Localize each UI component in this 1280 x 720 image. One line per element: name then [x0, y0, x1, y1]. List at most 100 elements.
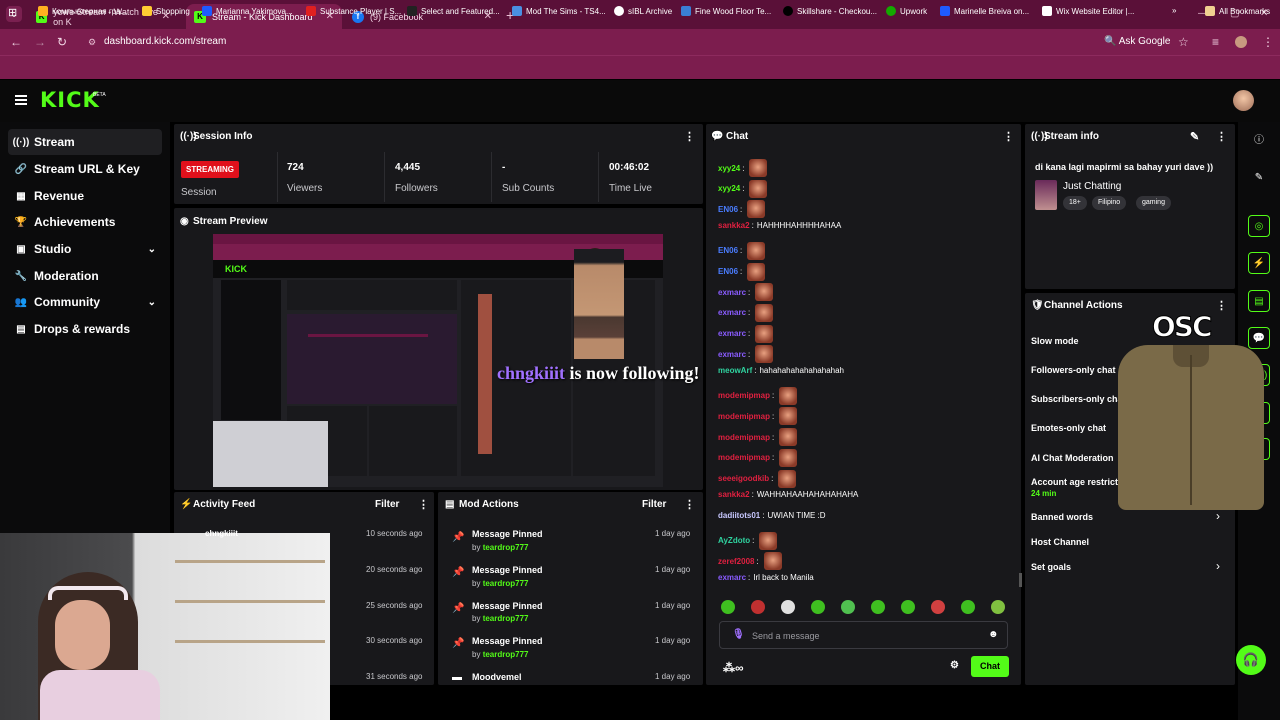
sidebar-item-revenue[interactable]: ▦ Revenue: [8, 183, 162, 209]
mod-user[interactable]: teardrop777: [483, 650, 529, 659]
chat-username[interactable]: exmarc: [718, 288, 746, 297]
tag[interactable]: Filipino: [1092, 196, 1127, 210]
emote-picker-item[interactable]: [871, 600, 885, 614]
extensions-icon[interactable]: ≡: [1212, 35, 1219, 49]
sidebar-item-community[interactable]: 👥 Community ⌄: [8, 289, 162, 315]
set-goals[interactable]: Set goals: [1031, 562, 1071, 572]
chat-username[interactable]: modemipmap: [718, 433, 770, 442]
chat-username[interactable]: AyZdoto: [718, 536, 750, 545]
url-field[interactable]: ⚙ dashboard.kick.com/stream: [84, 32, 1164, 52]
chat-username[interactable]: EN06: [718, 267, 738, 276]
chat-username[interactable]: sankka2: [718, 221, 750, 230]
more-options-icon[interactable]: ⋮: [684, 498, 695, 511]
emote-picker-item[interactable]: [961, 600, 975, 614]
ask-google-button[interactable]: 🔍 Ask Google: [1104, 36, 1170, 47]
slow-mode-toggle[interactable]: Slow mode: [1031, 336, 1079, 346]
banned-words[interactable]: Banned words: [1031, 512, 1093, 522]
more-options-icon[interactable]: ⋮: [1216, 130, 1227, 143]
chat-username[interactable]: EN06: [718, 205, 738, 214]
bookmark-item[interactable]: Marinelle Breiva on...: [940, 6, 1029, 16]
sidebar-item-drops[interactable]: ▤ Drops & rewards: [8, 316, 162, 342]
ai-moderation-toggle[interactable]: AI Chat Moderation: [1031, 453, 1114, 463]
all-bookmarks[interactable]: All Bookmarks: [1205, 6, 1270, 16]
site-info-icon[interactable]: ⚙: [88, 32, 96, 52]
info-icon[interactable]: ⓘ: [1248, 130, 1270, 152]
chat-username[interactable]: xyy24: [718, 184, 740, 193]
chat-username[interactable]: zeref2008: [718, 557, 754, 566]
sidebar-item-studio[interactable]: ▣ Studio ⌄: [8, 236, 162, 262]
chat-username[interactable]: exmarc: [718, 308, 746, 317]
chevron-right-icon[interactable]: ›: [1216, 509, 1220, 523]
bookmark-item[interactable]: Select and Featured...: [407, 6, 500, 16]
menu-icon[interactable]: [15, 95, 27, 105]
category-name[interactable]: Just Chatting: [1063, 181, 1121, 192]
mod-user[interactable]: teardrop777: [483, 579, 529, 588]
bookmark-item[interactable]: Fine Wood Floor Te...: [681, 6, 771, 16]
emote-picker-item[interactable]: [841, 600, 855, 614]
emote-picker-item[interactable]: [721, 600, 735, 614]
chat-username[interactable]: exmarc: [718, 329, 746, 338]
kick-points-icon[interactable]: ⁂∞: [723, 661, 744, 675]
chat-username[interactable]: EN06: [718, 246, 738, 255]
tag[interactable]: 18+: [1063, 196, 1087, 210]
bookmark-item[interactable]: Upwork: [886, 6, 927, 16]
sidebar-item-achievements[interactable]: 🏆 Achievements: [8, 209, 162, 235]
emote-picker-item[interactable]: [931, 600, 945, 614]
back-button[interactable]: ←: [10, 35, 22, 49]
mod-filter-button[interactable]: Filter: [642, 499, 666, 510]
activity-filter-button[interactable]: Filter: [375, 499, 399, 510]
more-options-icon[interactable]: ⋮: [1216, 299, 1227, 312]
bookmark-item[interactable]: Skillshare - Checkou...: [783, 6, 877, 16]
bookmark-item[interactable]: Shopping: [142, 6, 190, 16]
chat-username[interactable]: modemipmap: [718, 412, 770, 421]
chat-username[interactable]: meowArf: [718, 366, 752, 375]
more-options-icon[interactable]: ⋮: [684, 130, 695, 143]
chat-input[interactable]: Send a message: [752, 631, 820, 641]
emote-picker-item[interactable]: [901, 600, 915, 614]
chat-username[interactable]: exmarc: [718, 573, 746, 582]
bookmark-item[interactable]: Substance Player | S...: [306, 6, 401, 16]
emote-picker-item[interactable]: [811, 600, 825, 614]
bookmark-item[interactable]: sIBL Archive: [614, 6, 672, 16]
chat-username[interactable]: exmarc: [718, 350, 746, 359]
apps-icon[interactable]: ⊞: [8, 6, 17, 19]
category-thumbnail[interactable]: [1035, 180, 1057, 210]
chevron-right-icon[interactable]: ›: [1216, 559, 1220, 573]
sidebar-item-stream[interactable]: ((·)) Stream: [8, 129, 162, 155]
sidebar-item-moderation[interactable]: 🔧 Moderation: [8, 263, 162, 289]
edit-pencil-icon[interactable]: ✎: [1190, 130, 1199, 143]
microphone-icon[interactable]: 🎙: [732, 629, 745, 640]
emote-picker-item[interactable]: [781, 600, 795, 614]
bookmark-item[interactable]: Компьютерная гра...: [38, 6, 127, 16]
support-headset-icon[interactable]: 🎧: [1236, 645, 1266, 675]
forward-button[interactable]: →: [34, 35, 46, 49]
reload-button[interactable]: ↻: [57, 35, 67, 49]
followers-only-toggle[interactable]: Followers-only chat: [1031, 365, 1116, 375]
chat-scrollbar[interactable]: [1019, 573, 1022, 587]
host-channel[interactable]: Host Channel: [1031, 537, 1089, 547]
bookmark-star-icon[interactable]: ☆: [1178, 35, 1189, 49]
emote-picker-item[interactable]: [991, 600, 1005, 614]
bookmark-item[interactable]: Marianna Yakimova...: [202, 6, 293, 16]
bookmark-item[interactable]: Wix Website Editor |...: [1042, 6, 1134, 16]
chat-bubble-icon[interactable]: 💬: [1248, 327, 1270, 349]
tag[interactable]: gaming: [1136, 196, 1171, 210]
capture-icon[interactable]: ◎: [1248, 215, 1270, 237]
emotes-only-toggle[interactable]: Emotes-only chat: [1031, 423, 1106, 433]
mod-user[interactable]: teardrop777: [483, 614, 529, 623]
profile-avatar[interactable]: [1235, 36, 1247, 48]
chat-username[interactable]: modemipmap: [718, 453, 770, 462]
chat-username[interactable]: xyy24: [718, 164, 740, 173]
edit-icon[interactable]: ✎: [1248, 167, 1270, 189]
more-options-icon[interactable]: ⋮: [1003, 130, 1014, 143]
send-chat-button[interactable]: Chat: [971, 656, 1009, 677]
more-menu-icon[interactable]: ⋮: [1262, 35, 1274, 49]
bookmarks-overflow-icon[interactable]: »: [1172, 6, 1176, 15]
chat-username[interactable]: dadiitots01: [718, 511, 760, 520]
sidebar-item-stream-url[interactable]: 🔗 Stream URL & Key: [8, 156, 162, 182]
user-avatar[interactable]: [1233, 90, 1254, 111]
bookmark-item[interactable]: Mod The Sims - TS4...: [512, 6, 606, 16]
subscribers-only-toggle[interactable]: Subscribers-only chat: [1031, 394, 1126, 404]
chat-username[interactable]: sankka2: [718, 490, 750, 499]
emote-picker-item[interactable]: [751, 600, 765, 614]
